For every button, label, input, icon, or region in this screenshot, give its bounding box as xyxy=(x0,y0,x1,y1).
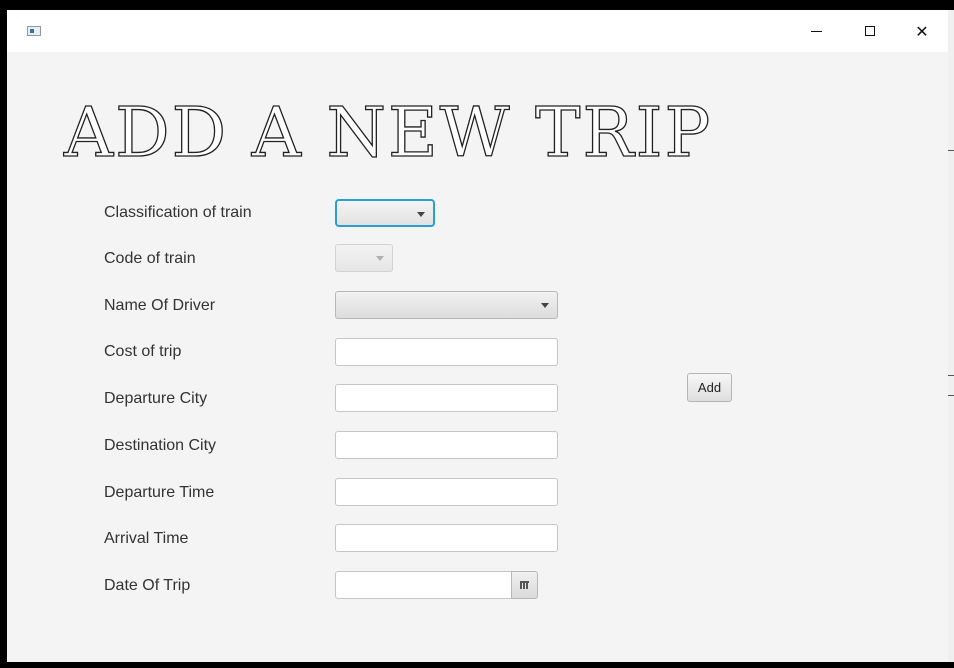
title-bar[interactable]: ✕ xyxy=(7,10,948,52)
add-button[interactable]: Add xyxy=(687,373,732,402)
maximize-button[interactable] xyxy=(847,10,893,52)
departure-time-label: Departure Time xyxy=(104,484,215,501)
arrival-time-input[interactable] xyxy=(335,524,558,552)
divider xyxy=(948,395,954,396)
driver-name-select[interactable] xyxy=(335,291,558,319)
chevron-down-icon xyxy=(376,256,384,261)
classification-label: Classification of train xyxy=(104,204,252,221)
departure-city-input[interactable] xyxy=(335,384,558,412)
close-icon: ✕ xyxy=(915,21,929,41)
background-window-edge xyxy=(948,10,954,662)
chevron-down-icon xyxy=(417,212,425,217)
destination-city-label: Destination City xyxy=(104,437,217,454)
trip-date-label: Date Of Trip xyxy=(104,577,191,594)
arrival-time-label: Arrival Time xyxy=(104,530,189,547)
date-picker-button[interactable] xyxy=(511,571,538,599)
divider xyxy=(948,375,954,376)
calendar-icon xyxy=(520,581,529,589)
destination-city-input[interactable] xyxy=(335,431,558,459)
maximize-icon xyxy=(865,26,875,36)
close-button[interactable]: ✕ xyxy=(899,10,945,52)
minimize-icon xyxy=(810,30,822,32)
divider xyxy=(948,150,954,151)
trip-date-input[interactable] xyxy=(335,571,512,599)
app-icon xyxy=(27,26,41,36)
train-code-label: Code of train xyxy=(104,250,196,267)
app-window: ✕ ADD A NEW TRIP Classification of train… xyxy=(7,10,948,662)
departure-time-input[interactable] xyxy=(335,478,558,506)
chevron-down-icon xyxy=(541,303,549,308)
driver-name-label: Name Of Driver xyxy=(104,297,216,314)
trip-cost-label: Cost of trip xyxy=(104,343,182,360)
trip-cost-input[interactable] xyxy=(335,338,558,366)
page-title: ADD A NEW TRIP xyxy=(63,93,713,173)
classification-select[interactable] xyxy=(335,199,435,227)
departure-city-label: Departure City xyxy=(104,390,208,407)
train-code-select[interactable] xyxy=(335,244,393,272)
minimize-button[interactable] xyxy=(793,10,839,52)
